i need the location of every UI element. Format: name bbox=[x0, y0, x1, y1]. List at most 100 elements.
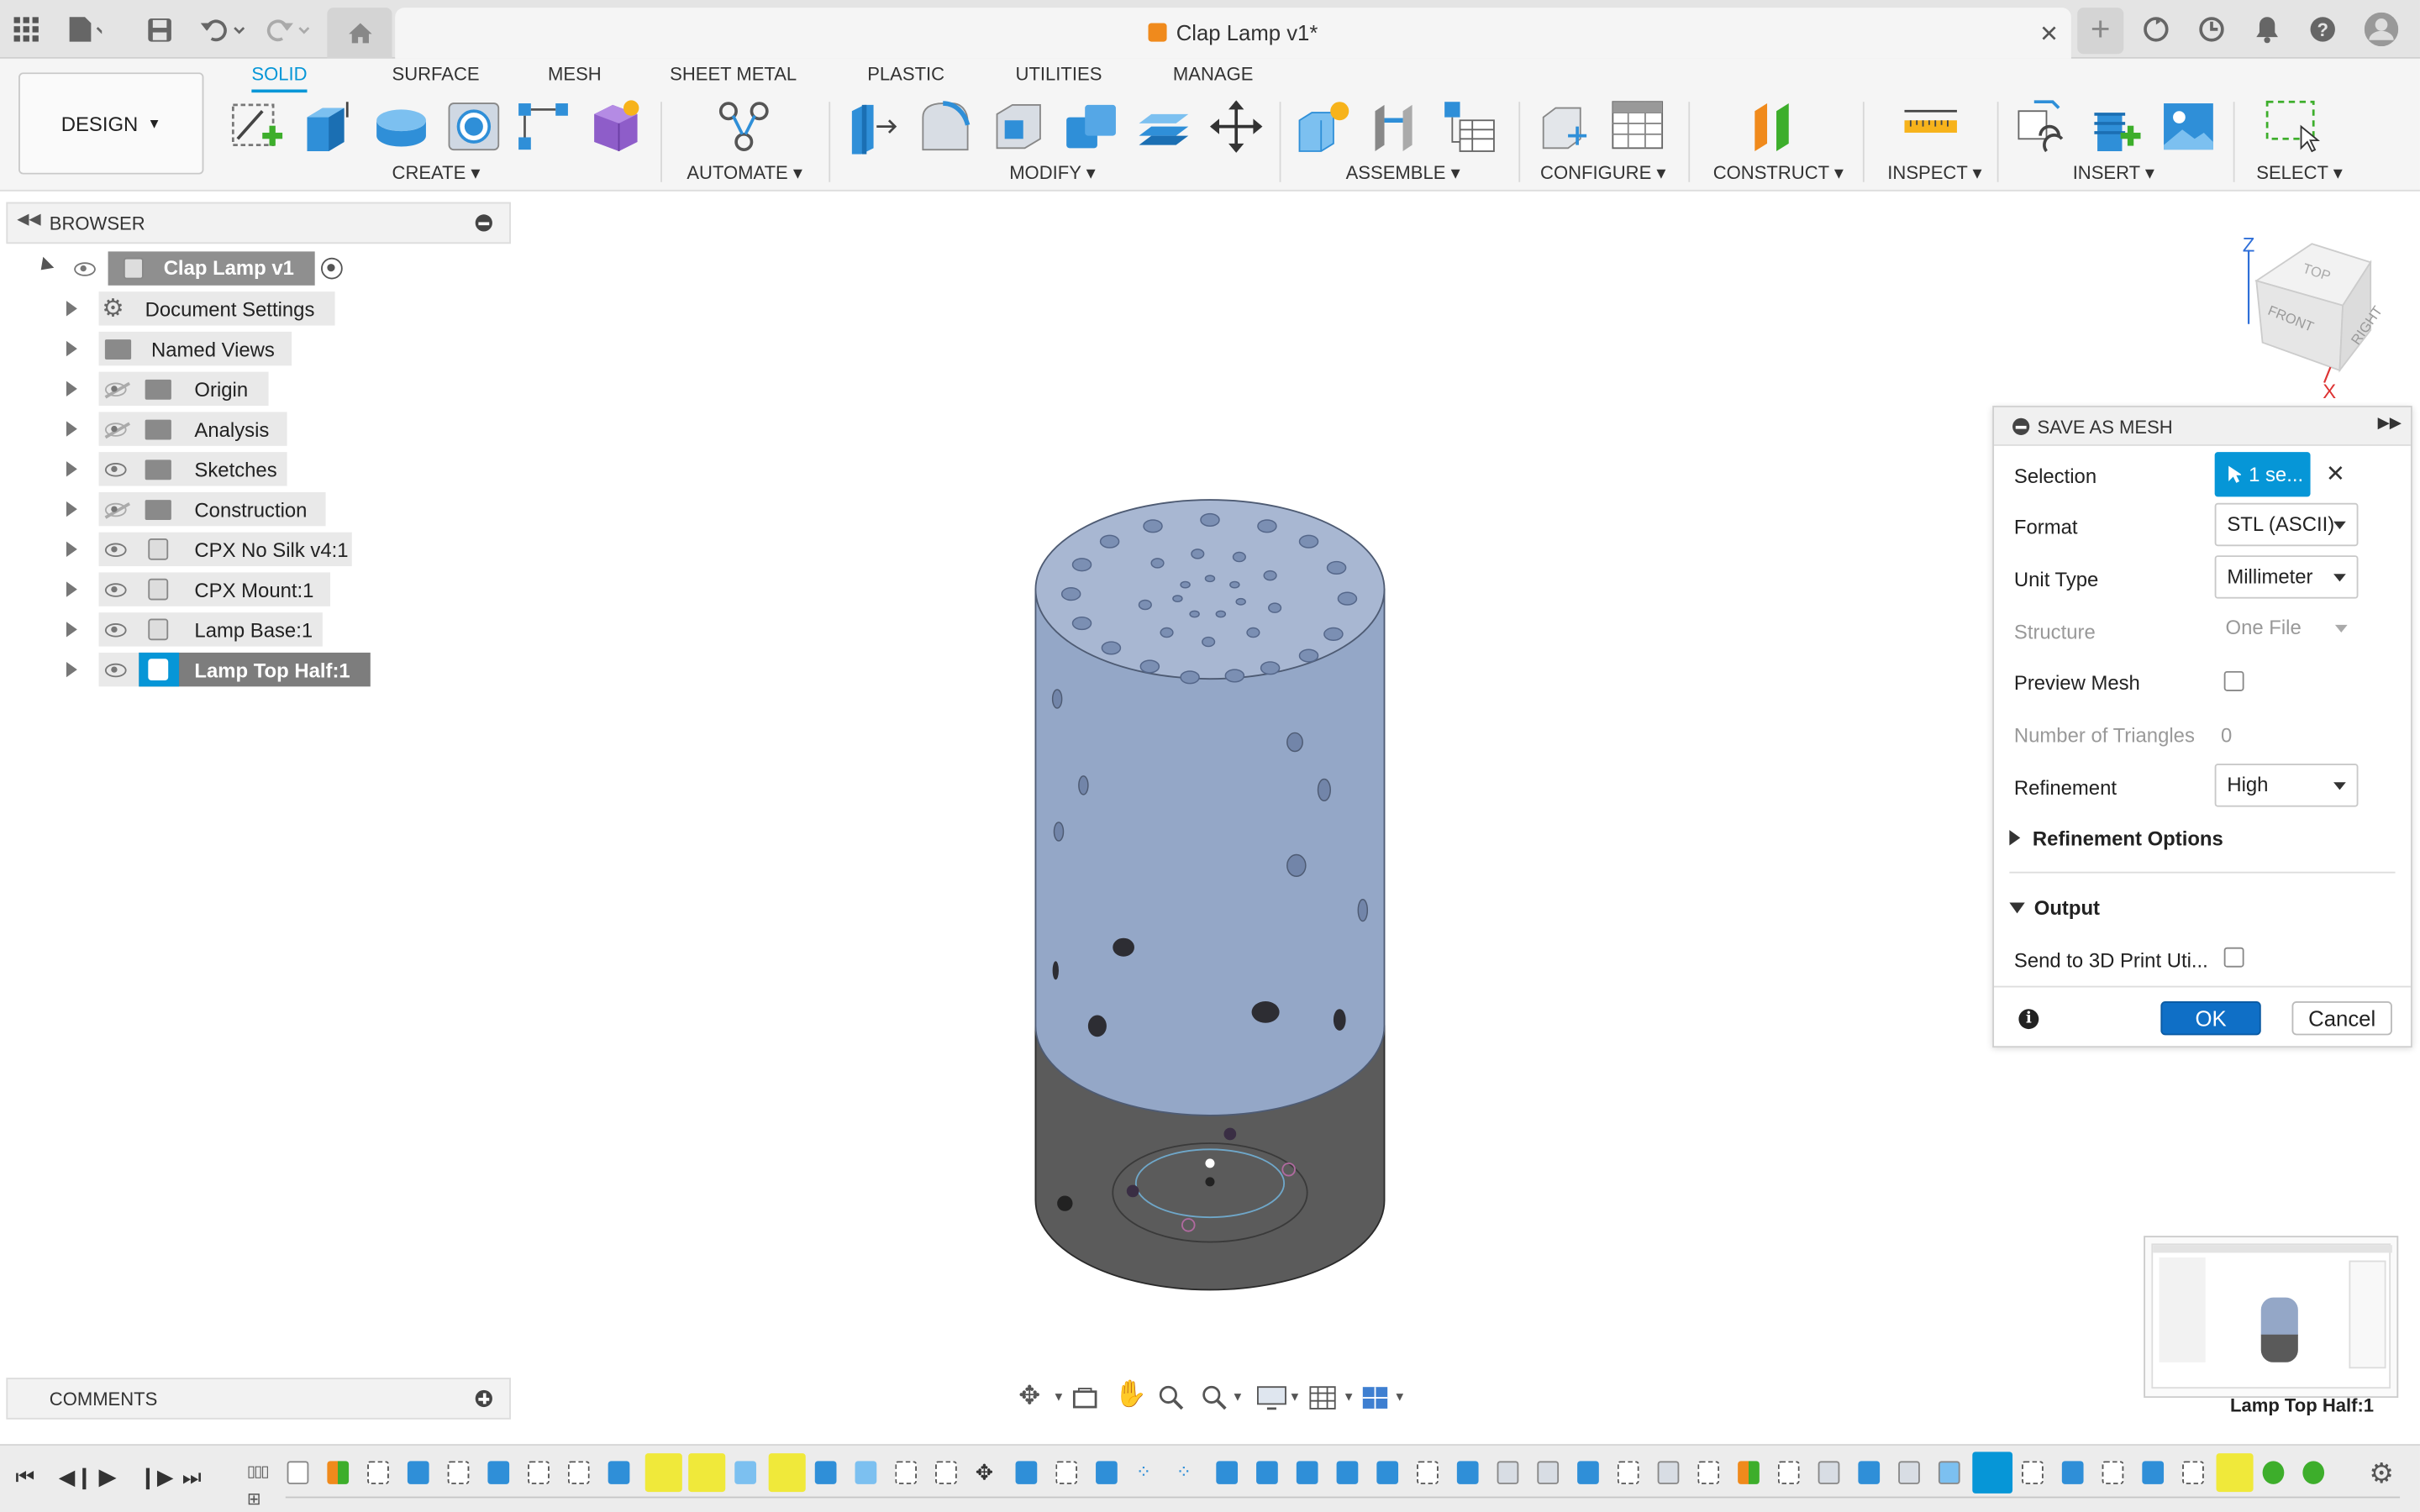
configuration-table-icon[interactable] bbox=[1610, 99, 1665, 155]
expand-triangle-icon[interactable] bbox=[66, 421, 77, 437]
document-tab[interactable]: Clap Lamp v1* ✕ bbox=[395, 8, 2071, 59]
browser-minimize-icon[interactable] bbox=[475, 214, 492, 232]
construct-menu[interactable]: CONSTRUCT ▾ bbox=[1713, 162, 1844, 184]
timeline-sketch-icon[interactable] bbox=[528, 1461, 550, 1484]
timeline-highlighted-combine-icon[interactable] bbox=[688, 1453, 726, 1493]
expand-triangle-icon[interactable] bbox=[66, 661, 77, 678]
close-tab-icon[interactable]: ✕ bbox=[2039, 20, 2059, 48]
comments-expand-icon[interactable] bbox=[475, 1389, 492, 1408]
timeline-mirror-icon[interactable] bbox=[734, 1461, 756, 1484]
timeline-pattern-icon[interactable]: ⁘ bbox=[1136, 1461, 1158, 1484]
output-section-toggle[interactable]: Output bbox=[2009, 896, 2100, 920]
step-back-icon[interactable]: ◀❙ bbox=[59, 1464, 93, 1490]
offset-face-icon[interactable] bbox=[1136, 99, 1192, 155]
timeline-joint-icon[interactable] bbox=[2302, 1461, 2325, 1484]
insert-menu[interactable]: INSERT ▾ bbox=[2073, 162, 2154, 184]
timeline-collapse-icon[interactable]: ▯▯▯ bbox=[247, 1464, 270, 1481]
chevron-down-icon[interactable]: ▼ bbox=[1394, 1390, 1407, 1404]
timeline-extrude-icon[interactable] bbox=[1456, 1461, 1479, 1484]
form-icon[interactable] bbox=[588, 99, 644, 155]
zoom-window-icon[interactable] bbox=[1201, 1384, 1228, 1412]
insert-canvas-icon[interactable] bbox=[2160, 99, 2216, 155]
timeline-sketch-icon[interactable] bbox=[1417, 1461, 1439, 1484]
workspace-switcher-button[interactable]: DESIGN ▼ bbox=[18, 72, 204, 175]
timeline-sketch-icon[interactable] bbox=[1055, 1461, 1078, 1484]
pattern-icon[interactable] bbox=[515, 99, 571, 155]
refinement-dropdown[interactable]: High bbox=[2214, 764, 2359, 807]
visibility-eye-icon[interactable] bbox=[104, 583, 127, 597]
timeline-highlighted-sketch-icon[interactable] bbox=[644, 1453, 682, 1493]
expand-triangle-icon[interactable] bbox=[66, 301, 77, 317]
modify-menu[interactable]: MODIFY ▾ bbox=[1009, 162, 1096, 184]
sync-icon[interactable] bbox=[2139, 13, 2173, 46]
format-dropdown[interactable]: STL (ASCII) bbox=[2214, 502, 2359, 547]
display-settings-icon[interactable] bbox=[1256, 1385, 1287, 1410]
lamp-3d-model[interactable] bbox=[1003, 478, 1420, 1311]
comments-panel-header[interactable]: COMMENTS bbox=[6, 1378, 511, 1420]
unit-type-dropdown[interactable]: Millimeter bbox=[2214, 555, 2359, 599]
insert-derive-icon[interactable] bbox=[2016, 99, 2071, 155]
create-menu[interactable]: CREATE ▾ bbox=[392, 162, 481, 184]
timeline-settings-gear-icon[interactable]: ⚙ bbox=[2369, 1458, 2394, 1491]
user-avatar-icon[interactable] bbox=[2364, 12, 2399, 47]
info-icon[interactable]: i bbox=[2018, 1009, 2039, 1030]
redo-icon[interactable] bbox=[262, 13, 314, 46]
shell-icon[interactable] bbox=[991, 99, 1046, 155]
timeline-combine-icon[interactable] bbox=[1336, 1461, 1359, 1484]
select-icon[interactable] bbox=[2264, 99, 2320, 155]
timeline-sketch-icon[interactable] bbox=[1617, 1461, 1639, 1484]
ok-button[interactable]: OK bbox=[2160, 1001, 2261, 1036]
create-sketch-icon[interactable] bbox=[229, 99, 284, 155]
play-icon[interactable]: ▶ bbox=[99, 1462, 117, 1490]
offset-plane-icon[interactable] bbox=[1749, 99, 1804, 155]
tab-solid[interactable]: SOLID bbox=[251, 61, 308, 93]
browser-panel-header[interactable]: ◀◀ BROWSER bbox=[6, 202, 511, 244]
file-menu-icon[interactable] bbox=[68, 13, 103, 46]
tree-item-root[interactable]: Clap Lamp v1 bbox=[0, 251, 371, 286]
timeline-extrude-icon[interactable] bbox=[1015, 1461, 1038, 1484]
collapse-browser-icon[interactable]: ◀◀ bbox=[17, 212, 40, 228]
hidden-eye-icon[interactable] bbox=[104, 423, 127, 437]
refinement-options-toggle[interactable]: Refinement Options bbox=[2009, 827, 2223, 850]
assemble-menu[interactable]: ASSEMBLE ▾ bbox=[1346, 162, 1460, 184]
timeline-sketch-icon[interactable] bbox=[567, 1461, 590, 1484]
tab-manage[interactable]: MANAGE bbox=[1173, 61, 1254, 92]
timeline-combine-icon[interactable] bbox=[1256, 1461, 1278, 1484]
timeline-extrude-icon[interactable] bbox=[487, 1461, 510, 1484]
grid-settings-icon[interactable] bbox=[1309, 1385, 1337, 1410]
timeline-fillet-icon[interactable] bbox=[1537, 1461, 1560, 1484]
pan-hand-icon[interactable]: ✋ bbox=[1114, 1379, 1147, 1410]
tree-item-sketches[interactable]: Sketches bbox=[0, 452, 371, 486]
visibility-eye-icon[interactable] bbox=[104, 663, 127, 678]
tab-mesh[interactable]: MESH bbox=[548, 61, 602, 92]
timeline-sketch-icon[interactable] bbox=[2102, 1461, 2124, 1484]
help-icon[interactable]: ? bbox=[2306, 13, 2339, 46]
expand-triangle-icon[interactable] bbox=[66, 461, 77, 477]
new-tab-icon[interactable]: + bbox=[2077, 8, 2124, 55]
chevron-down-icon[interactable]: ▼ bbox=[1289, 1390, 1302, 1404]
timeline-sketch-icon[interactable] bbox=[367, 1461, 389, 1484]
expand-triangle-icon[interactable] bbox=[66, 581, 77, 597]
timeline-highlighted-sketch-icon[interactable] bbox=[768, 1453, 806, 1493]
look-at-icon[interactable] bbox=[1071, 1385, 1099, 1410]
tree-item-lamp-base[interactable]: Lamp Base:1 bbox=[0, 612, 371, 647]
timeline-extrude-icon[interactable] bbox=[608, 1461, 630, 1484]
tree-item-lamp-top-half[interactable]: Lamp Top Half:1 bbox=[0, 652, 378, 687]
timeline-combine-icon[interactable] bbox=[1216, 1461, 1239, 1484]
timeline-joint-icon[interactable] bbox=[2262, 1461, 2285, 1484]
timeline-component-icon[interactable] bbox=[1938, 1461, 1960, 1484]
preview-mesh-checkbox[interactable] bbox=[2223, 670, 2244, 691]
timeline-component-icon[interactable] bbox=[287, 1461, 309, 1484]
press-pull-icon[interactable] bbox=[846, 99, 902, 155]
timeline-fillet-icon[interactable] bbox=[1898, 1461, 1920, 1484]
timeline-fillet-icon[interactable] bbox=[1497, 1461, 1519, 1484]
save-icon[interactable] bbox=[142, 13, 176, 46]
viewports-icon[interactable] bbox=[1361, 1385, 1389, 1410]
visibility-eye-icon[interactable] bbox=[104, 623, 127, 638]
tree-item-cpx-mount[interactable]: CPX Mount:1 bbox=[0, 572, 371, 606]
timeline-highlighted-joint-icon[interactable] bbox=[2216, 1453, 2254, 1493]
tab-sheet-metal[interactable]: SHEET METAL bbox=[670, 61, 797, 92]
inspect-menu[interactable]: INSPECT ▾ bbox=[1887, 162, 1981, 184]
automate-menu[interactable]: AUTOMATE ▾ bbox=[687, 162, 802, 184]
timeline-sketch-icon[interactable] bbox=[447, 1461, 470, 1484]
